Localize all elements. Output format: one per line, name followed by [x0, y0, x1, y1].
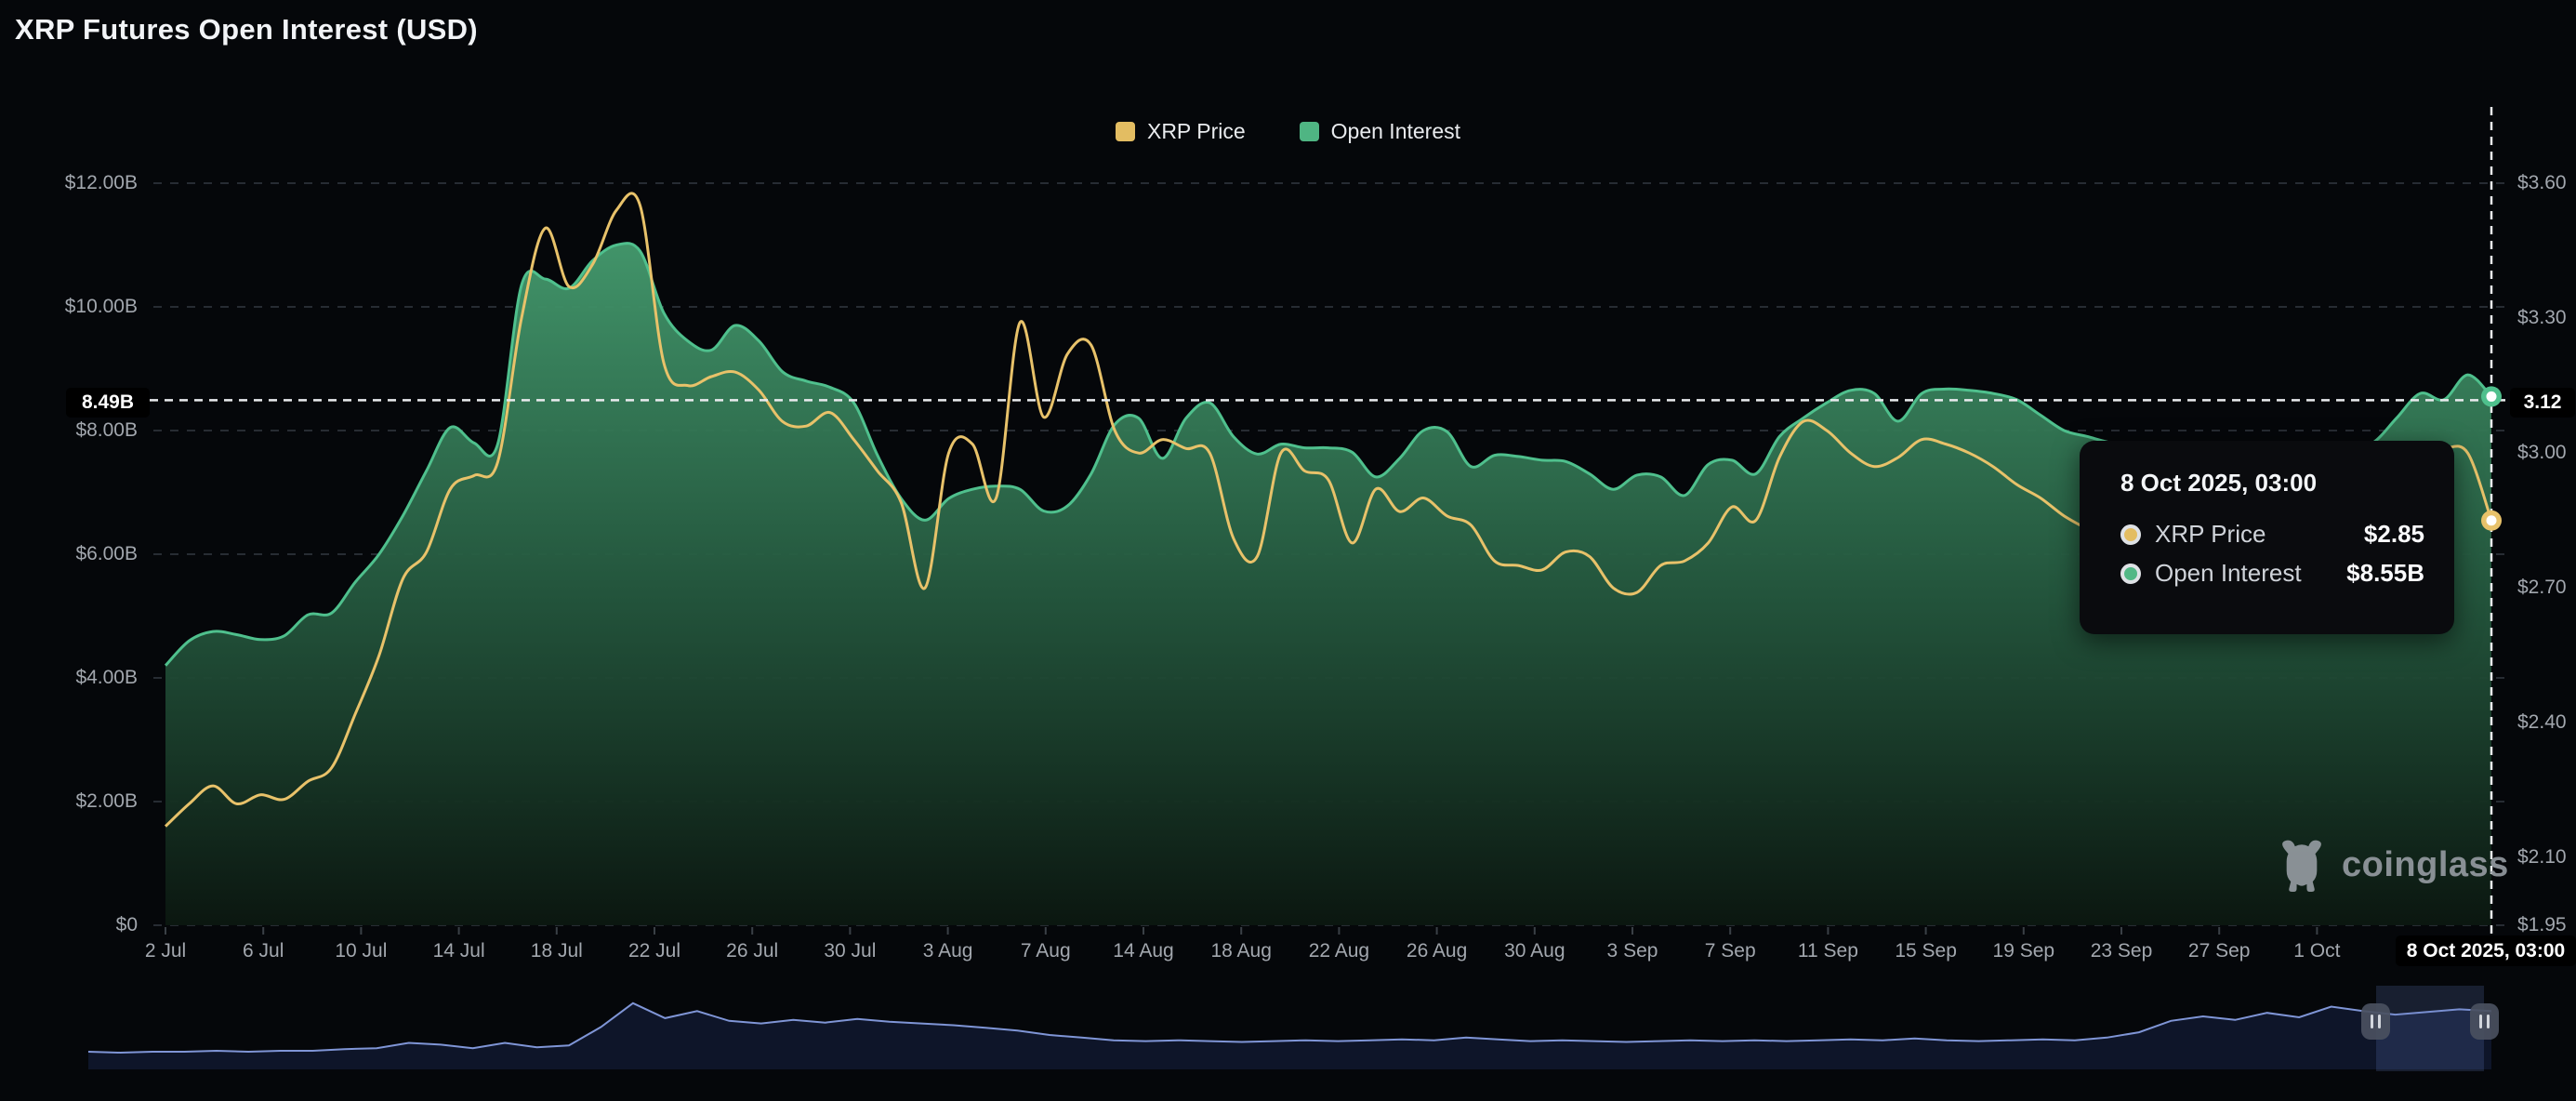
legend-item-xrp-price[interactable]: XRP Price [1116, 119, 1246, 144]
y-axis-left-label: $10.00B [65, 296, 138, 318]
coinglass-chart-page: XRP Futures Open Interest (USD) XRP Pric… [0, 0, 2576, 1101]
x-axis-label: 7 Sep [1705, 940, 1756, 962]
y-axis-right-label: $2.40 [2517, 711, 2567, 734]
open-interest-swatch-icon [1300, 122, 1319, 141]
legend-label-open-interest: Open Interest [1331, 119, 1460, 144]
x-axis-label: 26 Jul [726, 940, 778, 962]
tooltip-row-open-interest: Open Interest $8.55B [2120, 559, 2424, 588]
x-axis-label: 11 Sep [1798, 940, 1858, 962]
coinglass-bull-icon [2275, 838, 2329, 892]
x-axis-label: 3 Aug [923, 940, 973, 962]
handle-bar-icon [2487, 1015, 2490, 1028]
xrp-price-swatch-icon [1116, 122, 1135, 141]
open-interest-dot-icon [2120, 564, 2141, 584]
y-axis-right-label: $2.70 [2517, 577, 2567, 599]
legend-label-xrp-price: XRP Price [1147, 119, 1246, 144]
legend-item-open-interest[interactable]: Open Interest [1300, 119, 1460, 144]
navigator-left-handle[interactable] [2361, 1003, 2390, 1040]
x-axis-label: 18 Aug [1210, 940, 1271, 962]
x-axis-label: 3 Sep [1607, 940, 1658, 962]
y-axis-right-label: $3.00 [2517, 442, 2567, 464]
tooltip-label-open-interest: Open Interest [2155, 559, 2302, 588]
y-axis-left-label: $6.00B [75, 543, 138, 565]
x-axis-label: 10 Jul [335, 940, 387, 962]
x-axis-label: 19 Sep [1993, 940, 2055, 962]
coinglass-watermark: coinglass [2275, 838, 2509, 892]
handle-bar-icon [2378, 1015, 2381, 1028]
y-axis-right-label: $1.95 [2517, 914, 2567, 936]
y-axis-left-label: $4.00B [75, 667, 138, 689]
tooltip-label-xrp-price: XRP Price [2155, 520, 2266, 549]
tooltip-date: 8 Oct 2025, 03:00 [2120, 469, 2424, 497]
legend: XRP Price Open Interest [0, 119, 2576, 144]
handle-bar-icon [2479, 1015, 2482, 1028]
y-axis-left-label: $12.00B [65, 172, 138, 194]
x-axis-label: 22 Aug [1309, 940, 1369, 962]
tooltip: 8 Oct 2025, 03:00 XRP Price $2.85 Open I… [2080, 441, 2454, 634]
crosshair-oi-value-label: 8.49B [66, 388, 150, 418]
x-axis-label: 30 Aug [1504, 940, 1565, 962]
coinglass-watermark-text: coinglass [2342, 845, 2509, 885]
y-axis-right-label: $2.10 [2517, 846, 2567, 869]
crosshair-date-label: 8 Oct 2025, 03:00 [2396, 935, 2576, 966]
y-axis-right-label: $3.30 [2517, 307, 2567, 329]
tooltip-row-xrp-price: XRP Price $2.85 [2120, 520, 2424, 549]
x-axis-label: 14 Aug [1113, 940, 1173, 962]
y-axis-left-label: $8.00B [75, 419, 138, 442]
tooltip-value-open-interest: $8.55B [2346, 559, 2424, 588]
y-axis-left-label: $2.00B [75, 790, 138, 813]
x-axis-label: 23 Sep [2091, 940, 2153, 962]
y-axis-left-label: $0 [116, 914, 138, 936]
x-axis-label: 26 Aug [1407, 940, 1467, 962]
navigator-right-handle[interactable] [2470, 1003, 2499, 1040]
tooltip-value-xrp-price: $2.85 [2364, 520, 2424, 549]
xrp-price-dot-icon [2120, 524, 2141, 545]
x-axis-label: 22 Jul [628, 940, 680, 962]
x-axis-label: 14 Jul [433, 940, 485, 962]
x-axis-label: 15 Sep [1895, 940, 1957, 962]
navigator-selection-window[interactable] [2376, 986, 2484, 1071]
handle-bar-icon [2371, 1015, 2373, 1028]
crosshair-price-value-label: 3.12 [2510, 388, 2575, 418]
x-axis-label: 27 Sep [2188, 940, 2251, 962]
y-axis-right-label: $3.60 [2517, 172, 2567, 194]
x-axis-label: 2 Jul [145, 940, 186, 962]
x-axis-label: 6 Jul [243, 940, 284, 962]
x-axis-label: 18 Jul [531, 940, 583, 962]
x-axis-label: 30 Jul [824, 940, 876, 962]
x-axis-label: 1 Oct [2293, 940, 2340, 962]
x-axis-label: 7 Aug [1021, 940, 1071, 962]
